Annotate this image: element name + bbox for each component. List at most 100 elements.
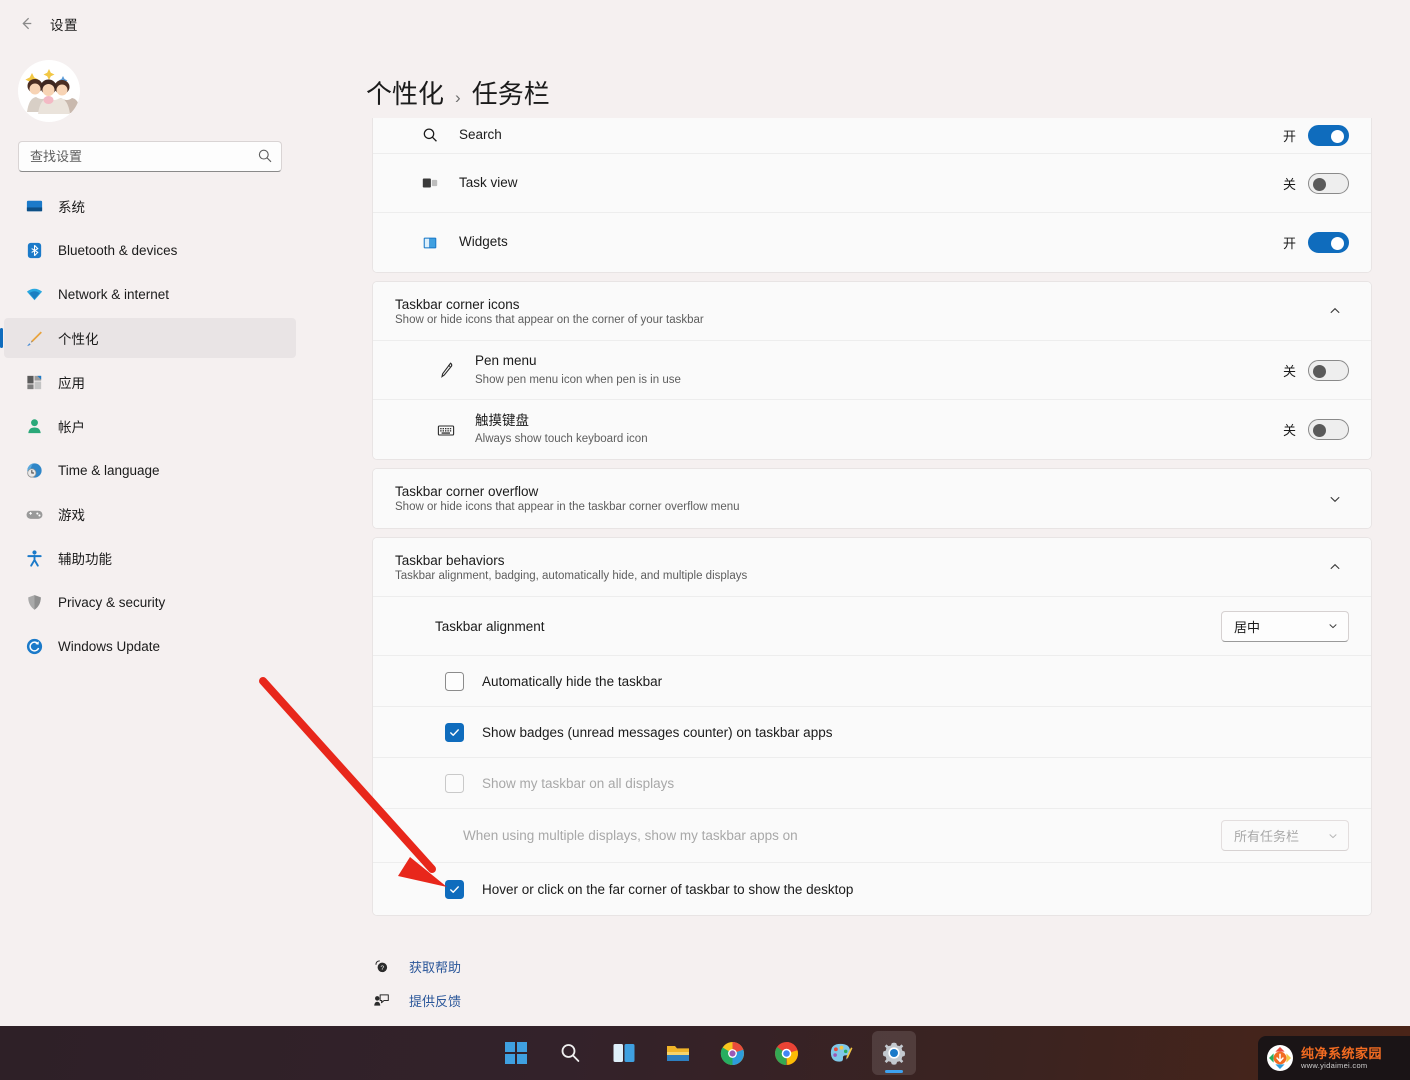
chevron-down-icon bbox=[1327, 830, 1339, 842]
checkbox-row-auto-hide[interactable]: Automatically hide the taskbar bbox=[373, 656, 1371, 707]
taskbar-task-view-button[interactable] bbox=[602, 1031, 646, 1075]
row-texts: Widgets bbox=[459, 233, 1283, 251]
chevron-up-icon[interactable] bbox=[1321, 553, 1349, 581]
personalization-brush-icon bbox=[24, 328, 44, 348]
multiple-displays-dropdown: 所有任务栏 bbox=[1221, 820, 1349, 851]
taskbar-settings[interactable] bbox=[872, 1031, 916, 1075]
sidebar-item-label: Network & internet bbox=[58, 286, 170, 302]
link-label: 提供反馈 bbox=[409, 993, 462, 1009]
sidebar-item-network-internet[interactable]: Network & internet bbox=[4, 274, 296, 314]
multiple-displays-label: When using multiple displays, show my ta… bbox=[463, 828, 798, 843]
setting-row-pen-menu[interactable]: Pen menu Show pen menu icon when pen is … bbox=[373, 341, 1371, 400]
breadcrumb: 个性化 › 任务栏 bbox=[366, 74, 550, 111]
chrome-icon bbox=[774, 1041, 798, 1065]
taskbar-alignment-dropdown[interactable]: 居中 bbox=[1221, 610, 1349, 642]
sidebar-item-gaming[interactable]: 游戏 bbox=[4, 494, 296, 534]
sidebar-item-label: 应用 bbox=[58, 376, 85, 391]
section-header-behaviors[interactable]: Taskbar behaviors Taskbar alignment, bad… bbox=[373, 538, 1371, 597]
touch-keyboard-toggle[interactable] bbox=[1308, 419, 1349, 440]
auto-hide-checkbox[interactable] bbox=[445, 671, 464, 691]
checkbox-row-show-badges[interactable]: Show badges (unread messages counter) on… bbox=[373, 707, 1371, 758]
sidebar-item-label: Windows Update bbox=[58, 638, 161, 654]
sidebar-item-system[interactable]: 系统 bbox=[4, 186, 296, 226]
sidebar-search[interactable] bbox=[18, 141, 282, 172]
title-bar: 设置 bbox=[0, 0, 1410, 46]
taskbar-start-button[interactable] bbox=[494, 1031, 538, 1075]
footer-links: ? 获取帮助 提供反馈 bbox=[372, 951, 461, 1019]
toggle-state-label: 关 bbox=[1282, 423, 1296, 438]
feedback-icon bbox=[372, 991, 391, 1010]
toggle-state-label: 关 bbox=[1282, 176, 1296, 192]
sidebar-item-apps[interactable]: 应用 bbox=[4, 362, 296, 402]
search-toggle[interactable] bbox=[1308, 125, 1349, 146]
widgets-toggle[interactable] bbox=[1308, 232, 1349, 253]
breadcrumb-parent[interactable]: 个性化 bbox=[366, 74, 444, 111]
watermark-texts: 纯净系统家园 www.yidaimei.com bbox=[1301, 1047, 1382, 1070]
toggle-knob bbox=[1331, 237, 1344, 250]
pen-menu-toggle[interactable] bbox=[1308, 359, 1349, 381]
give-feedback-link[interactable]: 提供反馈 bbox=[372, 985, 461, 1015]
row-controls: 关 bbox=[1283, 419, 1349, 440]
check-icon bbox=[450, 885, 459, 893]
sidebar-item-windows-update[interactable]: Windows Update bbox=[4, 626, 296, 666]
taskbar-paint[interactable] bbox=[818, 1031, 862, 1075]
main-content: 个性化 › 任务栏 Search 开 Task view 关 Widgets 开… bbox=[300, 46, 1410, 1026]
toggle-state-label: 开 bbox=[1282, 129, 1296, 144]
setting-row-task-view[interactable]: Task view 关 bbox=[373, 154, 1371, 213]
section-title: Taskbar behaviors bbox=[395, 552, 505, 568]
back-button[interactable] bbox=[12, 10, 40, 36]
sidebar-item-bluetooth-devices[interactable]: Bluetooth & devices bbox=[4, 230, 296, 270]
taskbar-chrome[interactable] bbox=[764, 1031, 808, 1075]
show-badges-checkbox[interactable] bbox=[445, 722, 464, 742]
widgets-icon bbox=[419, 232, 441, 254]
setting-row-widgets[interactable]: Widgets 开 bbox=[373, 213, 1371, 272]
sidebar-item-accounts[interactable]: 帐户 bbox=[4, 406, 296, 446]
system-icon bbox=[24, 196, 44, 216]
far-corner-desktop-checkbox[interactable] bbox=[445, 879, 464, 899]
taskbar-file-explorer[interactable] bbox=[656, 1031, 700, 1075]
row-controls: 开 bbox=[1283, 125, 1349, 146]
section-header-corner-icons[interactable]: Taskbar corner icons Show or hide icons … bbox=[373, 282, 1371, 341]
setting-row-touch-keyboard[interactable]: 触摸键盘 Always show touch keyboard icon 关 bbox=[373, 400, 1371, 459]
shield-icon bbox=[24, 592, 44, 612]
gaming-controller-icon bbox=[24, 504, 44, 524]
checkbox-row-far-corner-desktop[interactable]: Hover or click on the far corner of task… bbox=[373, 863, 1371, 915]
sidebar-item-privacy-security[interactable]: Privacy & security bbox=[4, 582, 296, 622]
chevron-down-icon[interactable] bbox=[1321, 485, 1349, 513]
checkbox-label: Automatically hide the taskbar bbox=[482, 673, 663, 689]
watermark-title: 纯净系统家园 bbox=[1301, 1045, 1383, 1061]
section-header-corner-overflow[interactable]: Taskbar corner overflow Show or hide ico… bbox=[373, 469, 1371, 528]
sidebar-item-personalization[interactable]: 个性化 bbox=[0, 318, 296, 358]
taskbar-chrome-alt[interactable] bbox=[710, 1031, 754, 1075]
toggle-knob bbox=[1313, 177, 1326, 191]
search-icon bbox=[419, 125, 441, 147]
settings-window: 设置 查找设置 系统 Bluetooth & devices Network &… bbox=[0, 0, 1410, 1080]
setting-row-search[interactable]: Search 开 bbox=[373, 118, 1371, 154]
toggle-state-label: 关 bbox=[1282, 363, 1296, 379]
checkbox-label: Show my taskbar on all displays bbox=[482, 775, 675, 791]
row-title: Task view bbox=[459, 174, 518, 190]
taskbar-search-button[interactable] bbox=[548, 1031, 592, 1075]
row-title: Widgets bbox=[459, 234, 508, 250]
toggle-knob bbox=[1331, 130, 1344, 143]
chevron-up-icon[interactable] bbox=[1321, 297, 1349, 325]
taskbar-items-card: Search 开 Task view 关 Widgets 开 bbox=[372, 118, 1372, 273]
task-view-icon bbox=[419, 172, 441, 194]
settings-cards: Search 开 Task view 关 Widgets 开 Taskbar c… bbox=[372, 118, 1372, 924]
accessibility-icon bbox=[24, 548, 44, 568]
search-input[interactable] bbox=[18, 141, 282, 172]
apps-icon bbox=[24, 372, 44, 392]
dropdown-value: 所有任务栏 bbox=[1234, 829, 1300, 844]
avatar[interactable] bbox=[18, 60, 80, 122]
sidebar-item-time-language[interactable]: Time & language bbox=[4, 450, 296, 490]
taskbar-corner-icons-card: Taskbar corner icons Show or hide icons … bbox=[372, 281, 1372, 460]
row-texts: 触摸键盘 Always show touch keyboard icon bbox=[475, 412, 1283, 447]
task-view-toggle[interactable] bbox=[1308, 172, 1349, 194]
watermark-logo-icon bbox=[1267, 1045, 1293, 1071]
sidebar-item-accessibility[interactable]: 辅助功能 bbox=[4, 538, 296, 578]
search-icon bbox=[258, 149, 272, 163]
sidebar-item-label: 游戏 bbox=[58, 508, 85, 523]
sidebar: 系统 Bluetooth & devices bbox=[0, 46, 300, 1026]
get-help-link[interactable]: ? 获取帮助 bbox=[372, 951, 461, 981]
sidebar-item-label: Bluetooth & devices bbox=[58, 242, 178, 258]
